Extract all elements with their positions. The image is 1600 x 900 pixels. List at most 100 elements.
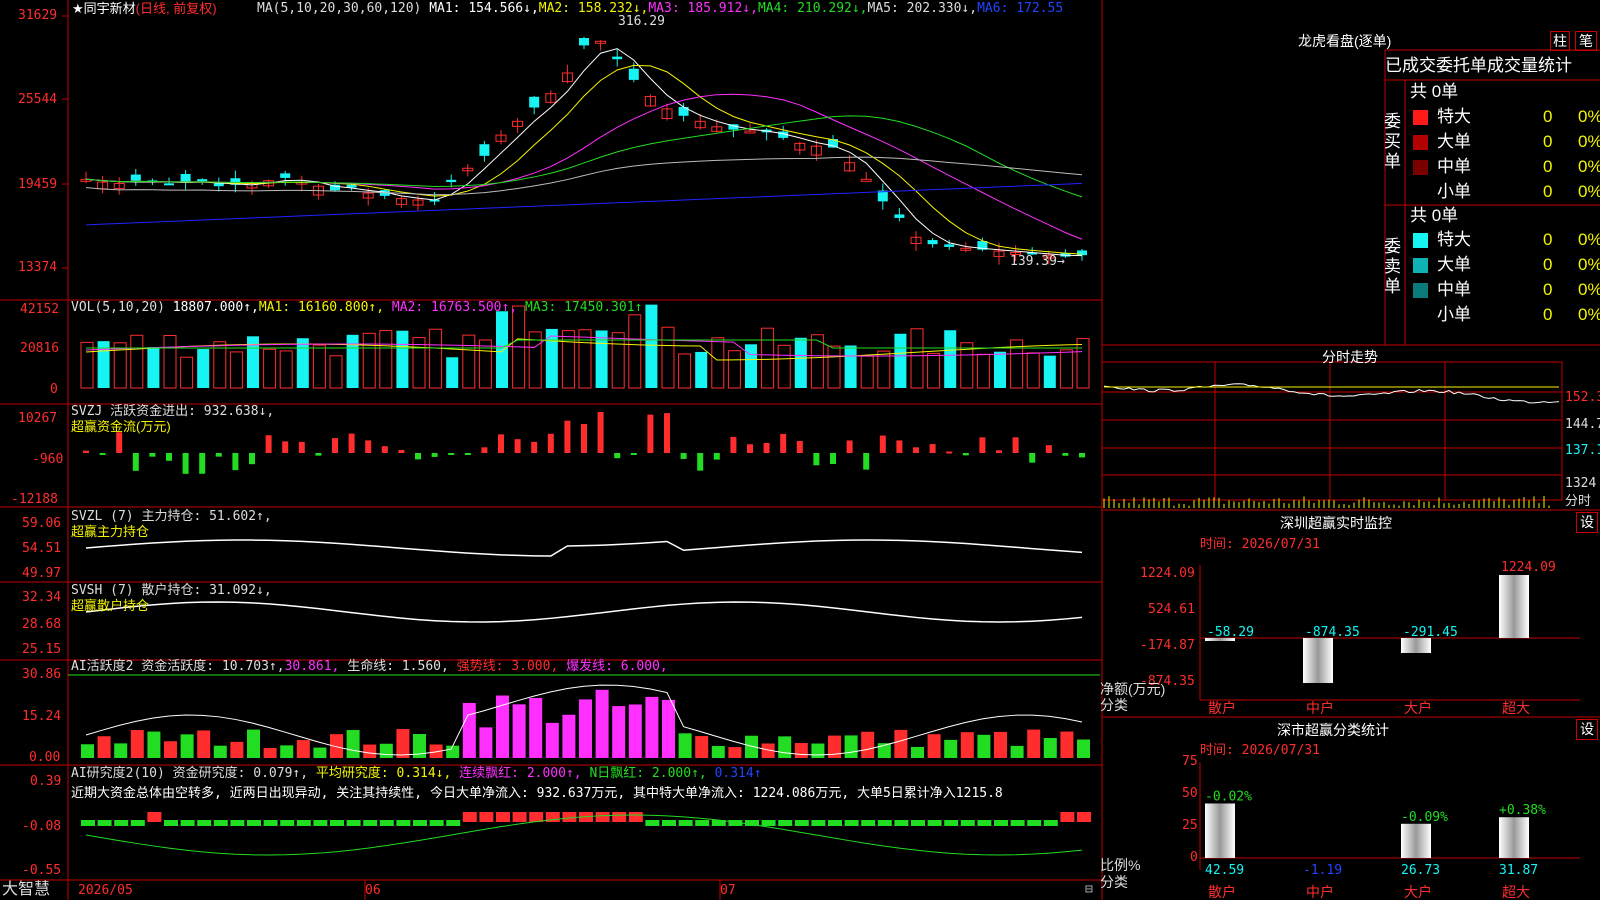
research-bar [247,820,261,826]
sz-class-category: 中户 [1306,884,1334,900]
volume-bar [595,330,608,388]
adjust-mode[interactable]: (日线, 前复权) [136,1,217,16]
money-flow-bar [431,453,438,457]
volume-bar [462,334,476,389]
research-bar [861,820,876,826]
money-flow-bar [298,441,305,453]
money-flow-bar [730,436,737,453]
volume-bar [927,352,941,389]
activity-bar [446,745,460,758]
intraday-title[interactable]: 分时走势 [1322,349,1378,365]
volume-bar [611,332,625,389]
activity-bar [313,747,327,758]
ai-research-title: AI研究度2(10) 资金研究度: 0.079↑, [71,766,309,781]
research-bar [280,820,295,826]
intraday-bottom-label: 分时 [1565,493,1592,508]
sz-class-ylabel: 比例% [1100,857,1141,873]
money-flow-bar [83,450,89,453]
research-bar [678,820,693,826]
kline-chart-area[interactable]: -58.29 散户 -874.35 中户 -291.45 大户 1224.09 超大 42.59… [0,0,1600,900]
activity-bar [396,729,410,758]
research-bar [944,820,959,826]
candle-body [130,174,141,181]
activity-bar [462,702,476,758]
activity-bar [994,731,1007,758]
sell-row-pct: 0% [1578,230,1600,249]
volume-bar [362,332,376,389]
ai-active-life: 生命线: 1.560, [347,659,449,674]
volume-bar [860,355,874,389]
research-bar [330,820,344,826]
research-bar [130,820,145,826]
activity-bar [595,689,609,758]
sell-row-name: 大单 [1437,255,1471,274]
ai-research-nred: N日飘红: 2.000↑, [589,766,707,781]
lock-icon[interactable]: ⊟ [1085,882,1093,898]
vol-tick: 0 [50,382,58,397]
ai-active-burst: 爆发线: 6.000, [566,659,668,674]
volume-bar [279,350,293,389]
buy-row-pct: 0% [1578,182,1600,201]
buy-row-swatch [1413,110,1428,125]
sz-class-settings-button[interactable]: 设 [1576,719,1598,740]
money-flow-bar [581,424,587,453]
money-flow-bar [913,447,919,453]
price-tick: 31629 [18,8,58,23]
activity-bar [728,747,742,758]
volume-bar [496,311,508,388]
volume-bar [130,334,144,389]
svzl-tick: 54.51 [22,541,62,556]
activity-bar [579,699,592,758]
ma5-label: MA5: 202.330↓, [867,1,978,16]
activity-bar [230,741,244,758]
sz-class-bar [1499,817,1529,858]
sz-monitor-tick: 524.61 [1148,602,1195,617]
sell-row-name: 特大 [1437,230,1471,249]
research-bar [811,820,826,826]
research-bar [662,820,676,826]
stock-name[interactable]: 同宇新材 [84,1,136,16]
activity-bar [130,730,144,758]
high-note: 316.29 [618,14,665,29]
money-flow-bar [132,453,139,471]
sz-monitor-category: 大户 [1404,700,1432,717]
brand-logo[interactable]: 大智慧 [2,880,50,899]
sz-class-tick: 75 [1182,754,1198,769]
research-bar [894,820,909,826]
activity-bar [562,714,576,758]
volume-bar [578,329,592,389]
money-flow-bar [630,453,637,455]
vol-legend: VOL(5,10,20) 18807.000↑,MA1: 16160.800↑,… [71,300,642,316]
research-bar [1027,820,1042,826]
sz-class-value: -1.19 [1303,863,1342,878]
money-flow-bar [249,453,255,465]
volume-bar [761,327,775,389]
money-flow-bar [215,453,222,457]
activity-bar [861,731,875,758]
activity-bar [81,744,94,758]
column-mode-button[interactable]: 柱 [1550,31,1570,51]
vol-value: 18807.000↑, [172,300,259,315]
activity-bar [529,697,543,758]
volume-bar [894,333,907,388]
activity-bar [363,744,377,758]
volume-bar [412,337,426,389]
tick-mode-button[interactable]: 笔 [1575,31,1597,51]
sz-class-tick: 0 [1190,850,1198,865]
volume-bar [711,337,725,389]
activity-bar [695,736,709,758]
activity-bar [711,745,725,758]
favorite-star-icon[interactable]: ★ [72,1,84,16]
money-flow-bar [265,435,272,453]
research-bar [645,820,660,826]
buy-total: 共 0单 [1410,82,1459,101]
sz-class-bar [1401,823,1431,858]
price-tick: 13374 [18,260,58,275]
activity-bar [263,747,277,758]
dragon-title: 龙虎看盘(逐单) [1298,33,1392,49]
sz-monitor-settings-button[interactable]: 设 [1576,512,1598,533]
research-bar [562,812,577,822]
research-bar [1043,820,1058,826]
activity-bar [346,730,360,758]
volume-bar [147,347,160,388]
